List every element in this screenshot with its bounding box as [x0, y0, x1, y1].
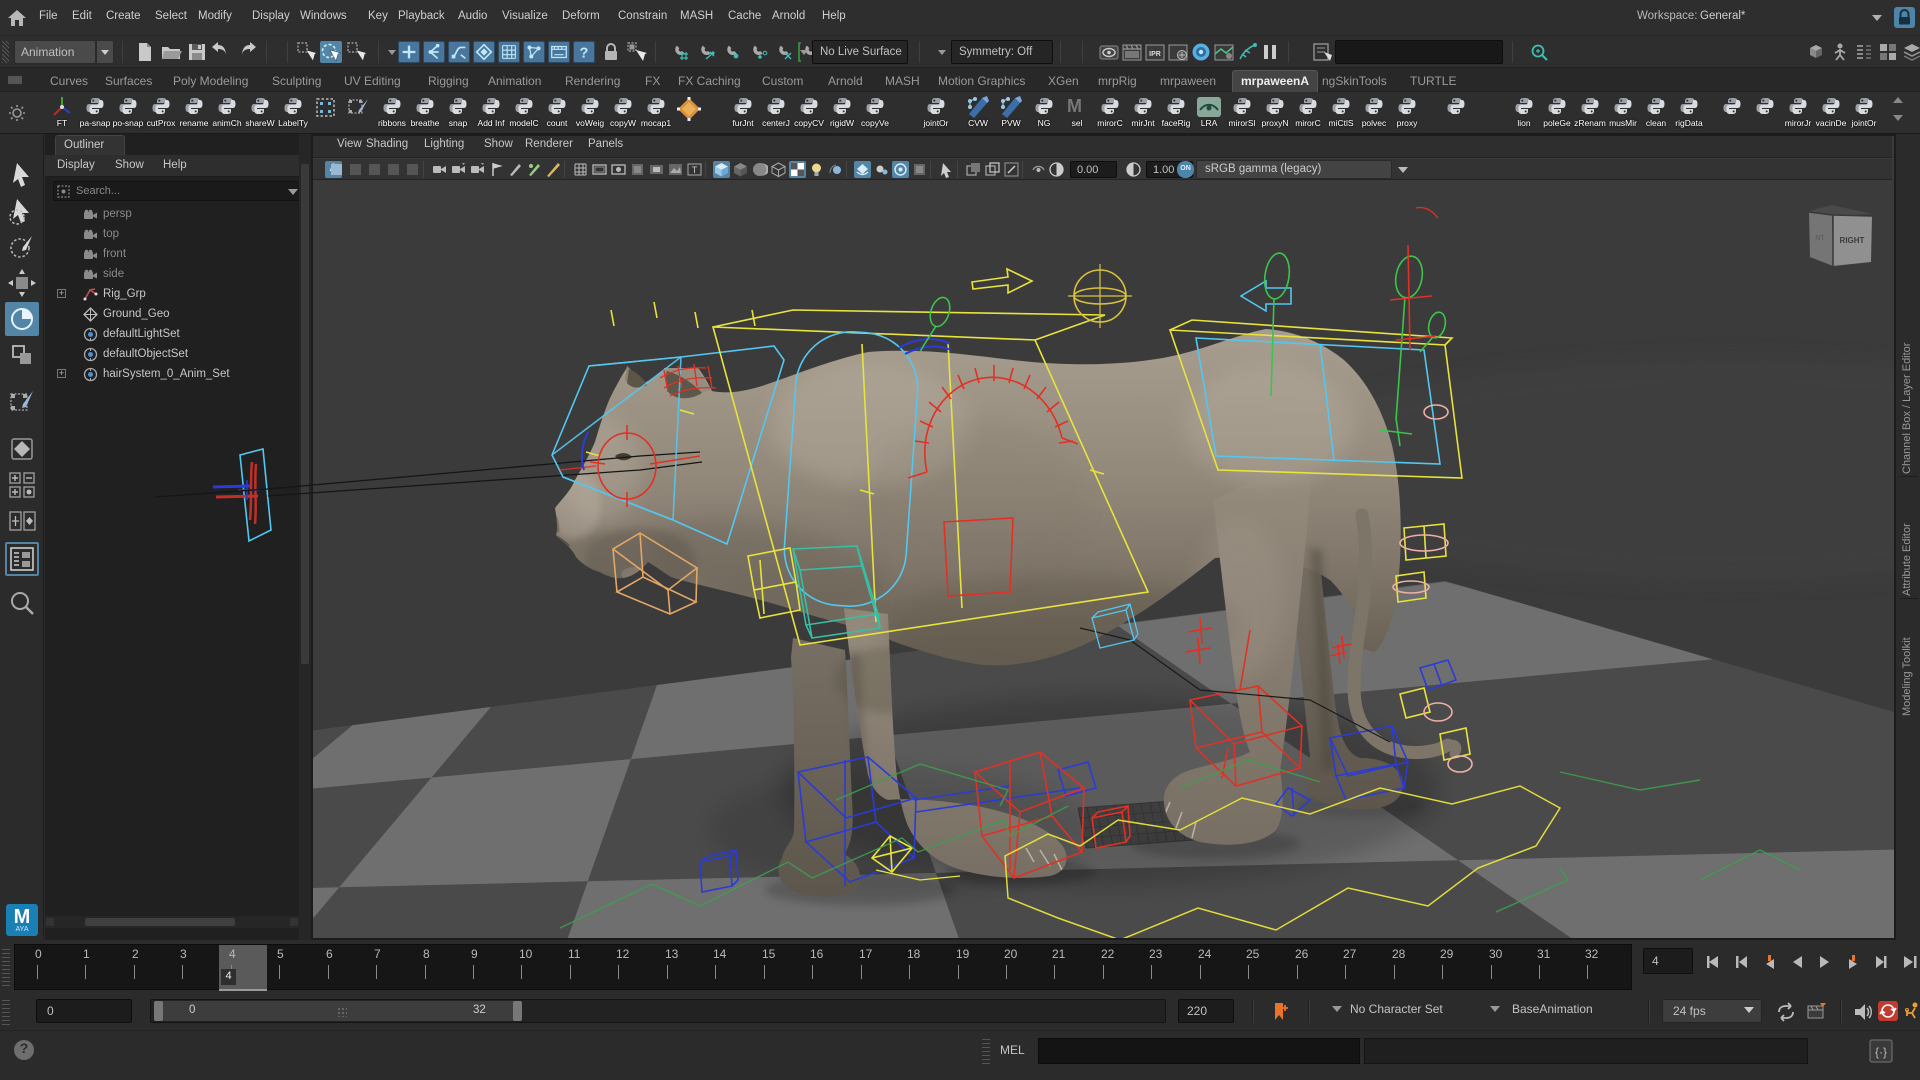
svg-text:T: T	[692, 165, 698, 175]
svg-text:{·}: {·}	[1875, 1045, 1887, 1059]
svg-text:IPR: IPR	[1149, 51, 1161, 58]
svg-text:?: ?	[580, 45, 589, 61]
